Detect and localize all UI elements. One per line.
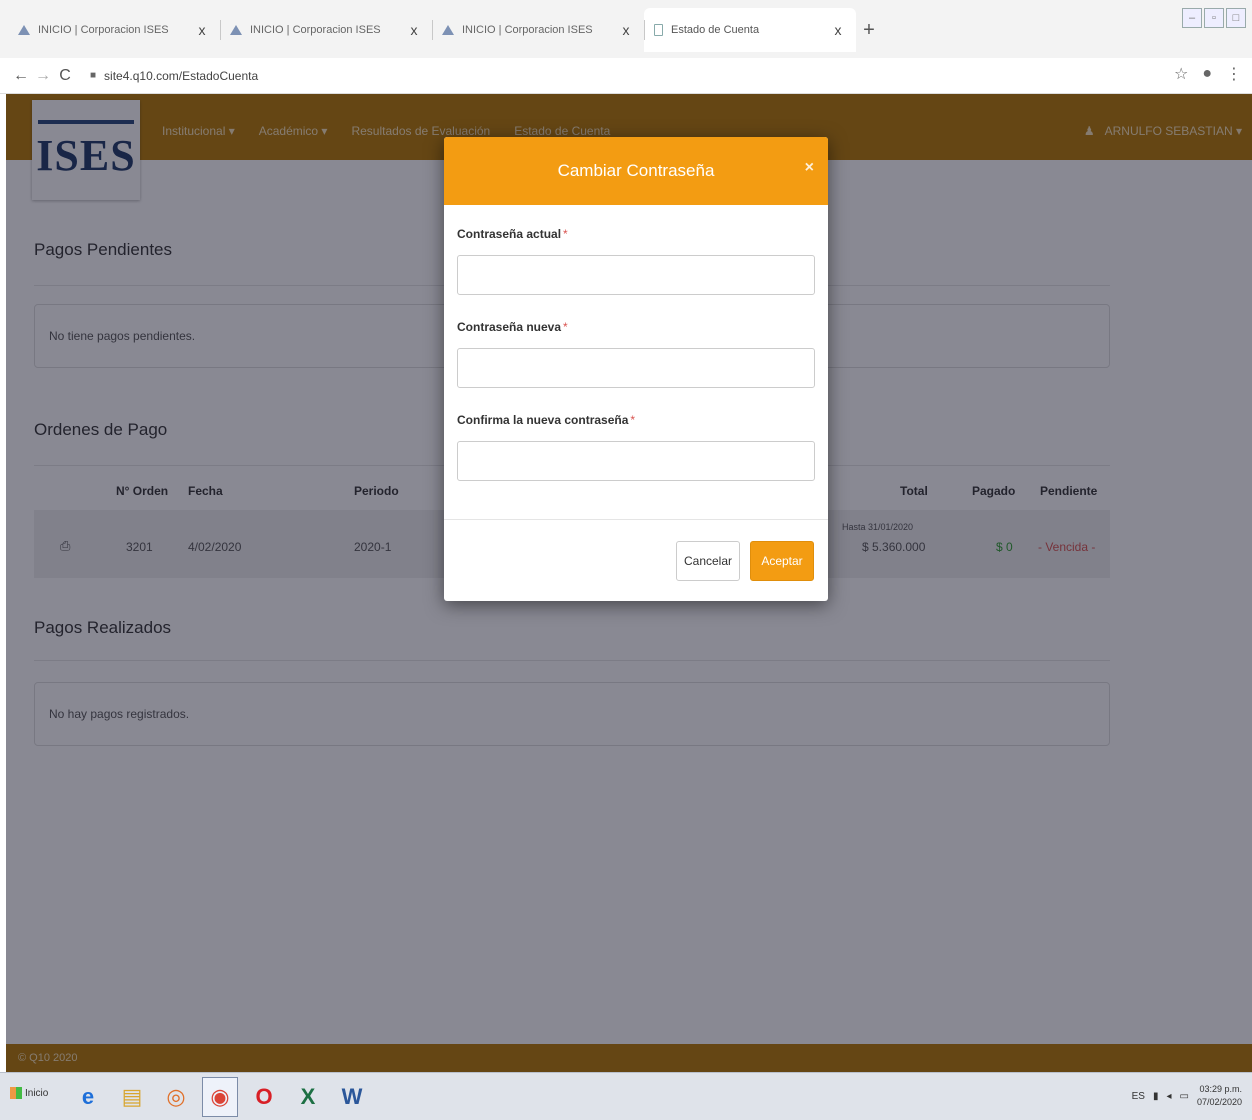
current-password-label: Contraseña actual * — [457, 227, 568, 241]
volume-icon[interactable]: ◂ — [1166, 1091, 1171, 1102]
battery-icon[interactable]: ▭ — [1180, 1091, 1189, 1102]
url-field[interactable]: site4.q10.com/EstadoCuenta — [104, 69, 258, 83]
browser-tab[interactable]: INICIO | Corporacion ISES x — [432, 8, 644, 52]
start-button[interactable]: Inicio — [10, 1087, 48, 1099]
tab-title: Estado de Cuenta — [671, 24, 760, 36]
tab-close-icon[interactable]: x — [194, 22, 210, 38]
browser-tab[interactable]: INICIO | Corporacion ISES x — [220, 8, 432, 52]
ises-favicon-icon — [442, 24, 454, 36]
clock-date: 07/02/2020 — [1196, 1097, 1242, 1107]
opera-icon[interactable]: O — [246, 1077, 282, 1117]
confirm-password-label: Confirma la nueva contraseña * — [457, 413, 636, 427]
new-password-input[interactable] — [457, 348, 815, 388]
modal-footer-divider — [444, 519, 828, 520]
confirm-password-input[interactable] — [457, 441, 815, 481]
maximize-icon[interactable]: □ — [1226, 8, 1246, 28]
tab-close-icon[interactable]: x — [830, 22, 846, 38]
windows-logo-icon — [10, 1087, 22, 1099]
reload-icon[interactable]: C — [54, 67, 76, 85]
clock-time: 03:29 p.m. — [1199, 1084, 1242, 1094]
new-tab-button[interactable]: + — [856, 8, 882, 52]
cancel-button[interactable]: Cancelar — [676, 541, 740, 581]
excel-icon[interactable]: X — [290, 1077, 326, 1117]
tab-close-icon[interactable]: x — [618, 22, 634, 38]
clock[interactable]: 03:29 p.m. 07/02/2020 — [1197, 1083, 1242, 1109]
start-label: Inicio — [25, 1087, 49, 1099]
language-indicator[interactable]: ES — [1132, 1091, 1145, 1102]
ises-favicon-icon — [230, 24, 242, 36]
star-icon[interactable]: ☆ — [1174, 64, 1188, 84]
restore-icon[interactable]: ▫ — [1204, 8, 1224, 28]
change-password-modal: Cambiar Contraseña × Contraseña actual * … — [444, 137, 828, 601]
tab-title: INICIO | Corporacion ISES — [250, 24, 381, 36]
kebab-menu-icon[interactable]: ⋮ — [1226, 64, 1242, 84]
window-controls: – ▫ □ — [1182, 8, 1246, 28]
taskbar-apps: e ▤ ◎ ◉ O X W — [70, 1077, 370, 1117]
forward-arrow-icon[interactable]: → — [32, 67, 54, 85]
modal-body: Contraseña actual * Contraseña nueva * Con… — [444, 205, 828, 481]
browser-tab[interactable]: INICIO | Corporacion ISES x — [8, 8, 220, 52]
word-icon[interactable]: W — [334, 1077, 370, 1117]
chrome-icon[interactable]: ◉ — [202, 1077, 238, 1117]
page-favicon-icon — [654, 24, 663, 36]
minimize-icon[interactable]: – — [1182, 8, 1202, 28]
network-icon[interactable]: ▮ — [1153, 1091, 1159, 1102]
internet-explorer-icon[interactable]: e — [70, 1077, 106, 1117]
modal-title: Cambiar Contraseña — [557, 161, 715, 180]
new-password-label: Contraseña nueva * — [457, 320, 568, 334]
back-arrow-icon[interactable]: ← — [10, 67, 32, 85]
accept-button[interactable]: Aceptar — [750, 541, 814, 581]
browser-tab-strip: INICIO | Corporacion ISES x INICIO | Cor… — [0, 0, 1252, 58]
profile-icon[interactable]: ● — [1202, 65, 1212, 83]
system-tray: ES ▮ ◂ ▭ 03:29 p.m. 07/02/2020 — [1132, 1083, 1242, 1109]
file-explorer-icon[interactable]: ▤ — [114, 1077, 150, 1117]
lock-icon[interactable]: ■ — [90, 70, 96, 81]
media-player-icon[interactable]: ◎ — [158, 1077, 194, 1117]
address-bar: ← → C ■ site4.q10.com/EstadoCuenta ☆ ● ⋮ — [0, 58, 1252, 94]
ises-favicon-icon — [18, 24, 30, 36]
modal-header: Cambiar Contraseña × — [444, 137, 828, 205]
tab-title: INICIO | Corporacion ISES — [38, 24, 169, 36]
tab-title: INICIO | Corporacion ISES — [462, 24, 593, 36]
tab-close-icon[interactable]: x — [406, 22, 422, 38]
browser-tab-active[interactable]: Estado de Cuenta x — [644, 8, 856, 52]
os-taskbar: Inicio e ▤ ◎ ◉ O X W ES ▮ ◂ ▭ 03:29 p.m.… — [0, 1072, 1252, 1120]
current-password-input[interactable] — [457, 255, 815, 295]
close-icon[interactable]: × — [805, 159, 814, 177]
